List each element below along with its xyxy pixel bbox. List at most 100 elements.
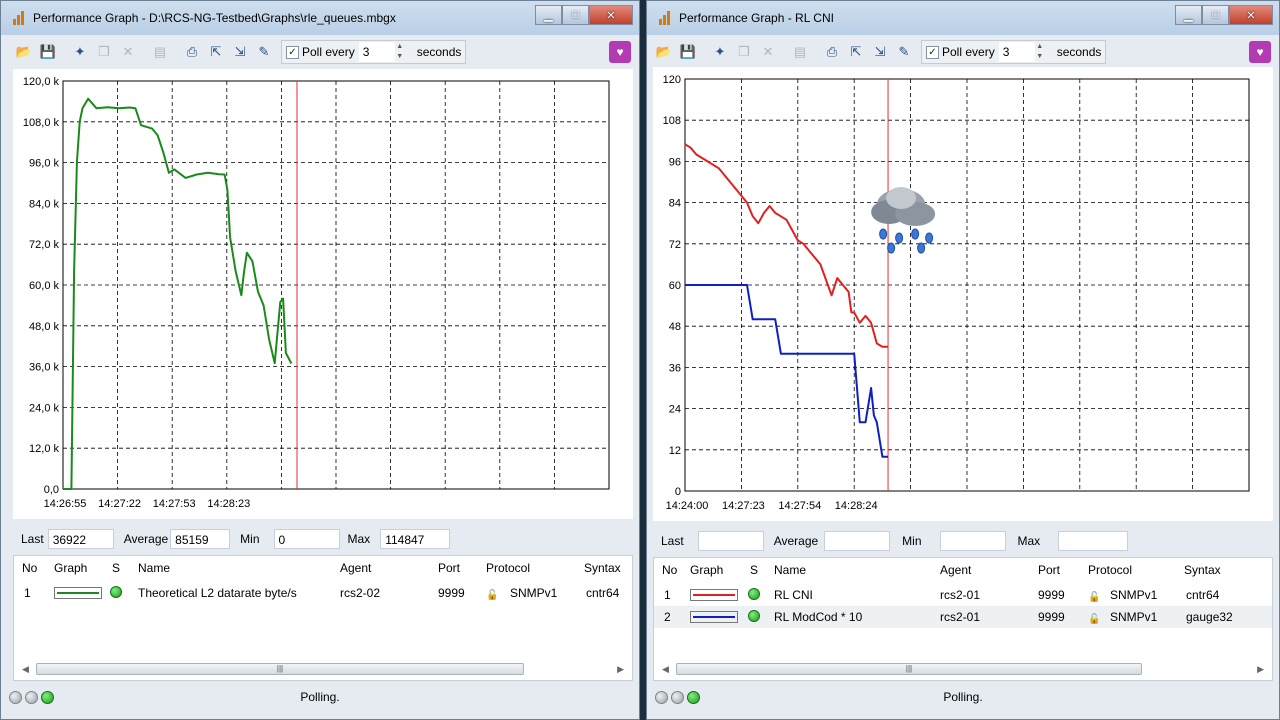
col-name[interactable]: Name: [774, 563, 806, 577]
series-table: No Graph S Name Agent Port Protocol Synt…: [13, 555, 633, 681]
delete-icon[interactable]: ✕: [757, 41, 779, 63]
col-graph[interactable]: Graph: [54, 561, 87, 575]
row-name: RL ModCod * 10: [774, 610, 863, 624]
scroll-left-icon[interactable]: ◀: [22, 664, 29, 675]
print-icon[interactable]: ⎙: [821, 41, 843, 63]
save-icon[interactable]: 💾: [677, 41, 699, 63]
copy-icon[interactable]: ❐: [733, 41, 755, 63]
y-tick-label: 108,0 k: [23, 117, 60, 129]
open-icon[interactable]: 📂: [13, 41, 35, 63]
x-tick-label: 14:26:55: [44, 498, 87, 510]
poll-interval-input[interactable]: [998, 42, 1035, 62]
poll-spinner[interactable]: ▲ ▼: [395, 42, 405, 62]
x-tick-label: 14:28:24: [835, 500, 878, 512]
col-port[interactable]: Port: [438, 561, 460, 575]
y-tick-label: 24,0 k: [29, 402, 59, 414]
y-tick-label: 48,0 k: [29, 321, 59, 333]
poll-spinner[interactable]: ▲ ▼: [1035, 42, 1045, 62]
last-value: [697, 531, 764, 551]
col-no[interactable]: No: [22, 561, 37, 575]
edit-icon[interactable]: ✎: [893, 41, 915, 63]
delete-icon[interactable]: ✕: [117, 41, 139, 63]
poll-checkbox[interactable]: ✓: [286, 45, 299, 59]
row-agent: rcs2-01: [940, 588, 981, 602]
options-icon[interactable]: ♥: [1249, 41, 1271, 63]
col-graph[interactable]: Graph: [690, 563, 723, 577]
export-icon[interactable]: ⇱: [205, 41, 227, 63]
col-name[interactable]: Name: [138, 561, 170, 575]
y-tick-label: 36: [669, 362, 681, 374]
poll-interval-input[interactable]: [358, 42, 395, 62]
max-value: 114847: [380, 529, 451, 549]
row-syntax: gauge32: [1186, 610, 1233, 624]
options-icon[interactable]: ♥: [609, 41, 631, 63]
row-agent: rcs2-02: [340, 586, 381, 600]
copy-icon[interactable]: ❐: [93, 41, 115, 63]
poll-control: ✓ Poll every ▲▼ seconds: [921, 40, 1107, 64]
col-no[interactable]: No: [662, 563, 677, 577]
save-icon[interactable]: 💾: [37, 41, 59, 63]
col-syntax[interactable]: Syntax: [1184, 563, 1221, 577]
y-tick-label: 84,0 k: [29, 198, 59, 210]
open-icon[interactable]: 📂: [653, 41, 675, 63]
close-button[interactable]: ✕: [1229, 5, 1273, 25]
row-name: RL CNI: [774, 588, 813, 602]
last-label: Last: [21, 532, 44, 546]
y-tick-label: 60: [669, 280, 681, 292]
col-agent[interactable]: Agent: [340, 561, 371, 575]
row-no: 1: [24, 586, 31, 600]
table-row[interactable]: 2 RL ModCod * 10 rcs2-01 9999 🔓 SNMPv1 g…: [654, 606, 1272, 628]
print-icon[interactable]: ⎙: [181, 41, 203, 63]
average-label: Average: [773, 534, 819, 548]
new-icon[interactable]: ✦: [709, 41, 731, 63]
properties-icon[interactable]: ▤: [149, 41, 171, 63]
scroll-thumb[interactable]: |||: [676, 663, 1142, 675]
scroll-right-icon[interactable]: ▶: [617, 664, 624, 675]
row-protocol: SNMPv1: [510, 586, 558, 600]
col-agent[interactable]: Agent: [940, 563, 971, 577]
col-protocol[interactable]: Protocol: [486, 561, 530, 575]
y-tick-label: 120: [663, 74, 681, 86]
col-syntax[interactable]: Syntax: [584, 561, 621, 575]
status-dot: [110, 586, 122, 598]
series-table: No Graph S Name Agent Port Protocol Synt…: [653, 557, 1273, 681]
poll-checkbox[interactable]: ✓: [926, 45, 939, 59]
row-port: 9999: [1038, 610, 1065, 624]
title-bar[interactable]: Performance Graph - RL CNI ▁ □ ✕: [647, 1, 1279, 35]
stats-bar: Last Average Min Max: [653, 528, 1129, 554]
title-bar[interactable]: Performance Graph - D:\RCS-NG-Testbed\Gr…: [1, 1, 639, 35]
maximize-button[interactable]: □: [1202, 5, 1229, 25]
import-icon[interactable]: ⇲: [869, 41, 891, 63]
scroll-right-icon[interactable]: ▶: [1257, 664, 1264, 675]
y-tick-label: 108: [663, 115, 681, 127]
horizontal-scrollbar[interactable]: ◀ ||| ▶: [662, 662, 1264, 676]
row-port: 9999: [438, 586, 465, 600]
close-button[interactable]: ✕: [589, 5, 633, 25]
col-s[interactable]: S: [750, 563, 758, 577]
scroll-thumb[interactable]: |||: [36, 663, 524, 675]
table-row[interactable]: 1 Theoretical L2 datarate byte/s rcs2-02…: [14, 582, 632, 604]
table-row[interactable]: 1 RL CNI rcs2-01 9999 🔓 SNMPv1 cntr64: [654, 584, 1272, 606]
maximize-button[interactable]: □: [562, 5, 589, 25]
export-icon[interactable]: ⇱: [845, 41, 867, 63]
properties-icon[interactable]: ▤: [789, 41, 811, 63]
import-icon[interactable]: ⇲: [229, 41, 251, 63]
horizontal-scrollbar[interactable]: ◀ ||| ▶: [22, 662, 624, 676]
y-tick-label: 96,0 k: [29, 158, 59, 170]
min-label: Min: [902, 534, 922, 548]
row-syntax: cntr64: [1186, 588, 1220, 602]
col-protocol[interactable]: Protocol: [1088, 563, 1132, 577]
y-tick-label: 12: [669, 445, 681, 457]
x-tick-label: 14:27:22: [98, 498, 141, 510]
minimize-button[interactable]: ▁: [535, 5, 562, 25]
col-s[interactable]: S: [112, 561, 120, 575]
col-port[interactable]: Port: [1038, 563, 1060, 577]
y-tick-label: 0,0: [44, 484, 59, 496]
status-dot: [748, 610, 760, 622]
x-tick-label: 14:27:23: [722, 500, 765, 512]
scroll-left-icon[interactable]: ◀: [662, 664, 669, 675]
edit-icon[interactable]: ✎: [253, 41, 275, 63]
x-tick-label: 14:27:54: [778, 500, 821, 512]
minimize-button[interactable]: ▁: [1175, 5, 1202, 25]
new-icon[interactable]: ✦: [69, 41, 91, 63]
